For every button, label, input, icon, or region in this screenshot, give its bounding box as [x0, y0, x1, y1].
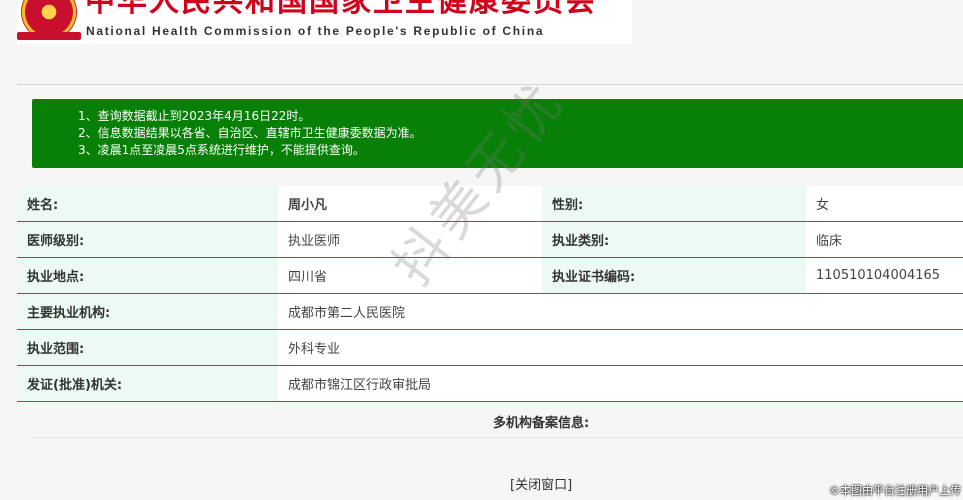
- table-row: 发证(批准)机关: 成都市锦江区行政审批局: [17, 365, 963, 402]
- close-window-link[interactable]: [关闭窗口]: [510, 474, 572, 493]
- header-divider: [17, 84, 963, 85]
- scope-label: 执业范围:: [17, 329, 278, 366]
- category-value: 临床: [806, 221, 963, 258]
- cert-value: 110510104004165: [806, 257, 963, 294]
- table-row: 执业范围: 外科专业: [17, 329, 963, 366]
- location-value: 四川省: [278, 257, 542, 294]
- notice-item: 1、查询数据截止到2023年4月16日22时。: [78, 109, 311, 123]
- level-label: 医师级别:: [17, 221, 278, 258]
- name-label: 姓名:: [17, 186, 278, 222]
- site-header-banner: 中华人民共和国国家卫生健康委员会 National Health Commiss…: [17, 0, 632, 44]
- org-value: 成都市第二人民医院: [278, 293, 963, 330]
- location-label: 执业地点:: [17, 257, 278, 294]
- gender-value: 女: [806, 186, 963, 222]
- table-row: 执业地点: 四川省 执业证书编码: 110510104004165: [17, 257, 963, 294]
- site-title-cn: 中华人民共和国国家卫生健康委员会: [85, 0, 597, 19]
- doctor-info-table: 姓名: 周小凡 性别: 女 医师级别: 执业医师 执业类别: 临床 执业地点: …: [17, 186, 963, 402]
- multi-org-title: 多机构备案信息:: [493, 416, 590, 431]
- notice-box: 1、查询数据截止到2023年4月16日22时。 2、信息数据结果以各省、自治区、…: [32, 99, 963, 168]
- cert-label: 执业证书编码:: [542, 257, 806, 294]
- category-label: 执业类别:: [542, 221, 806, 258]
- notice-item: 3、凌晨1点至凌晨5点系统进行维护，不能提供查询。: [78, 143, 365, 157]
- multi-org-divider: [32, 437, 963, 438]
- notice-item: 2、信息数据结果以各省、自治区、直辖市卫生健康委数据为准。: [78, 126, 422, 140]
- issuer-label: 发证(批准)机关:: [17, 365, 278, 402]
- level-value: 执业医师: [278, 221, 542, 258]
- upload-credit: ©本图由平台注册用户上传: [829, 484, 961, 497]
- org-label: 主要执业机构:: [17, 293, 278, 330]
- emblem-base: [17, 32, 81, 40]
- table-row: 姓名: 周小凡 性别: 女: [17, 186, 963, 222]
- site-title-en: National Health Commission of the People…: [86, 24, 545, 38]
- notice-list: 1、查询数据截止到2023年4月16日22时。 2、信息数据结果以各省、自治区、…: [78, 108, 422, 159]
- table-row: 主要执业机构: 成都市第二人民医院: [17, 293, 963, 330]
- scope-value: 外科专业: [278, 329, 963, 366]
- issuer-value: 成都市锦江区行政审批局: [278, 365, 963, 402]
- gender-label: 性别:: [542, 186, 806, 222]
- table-row: 医师级别: 执业医师 执业类别: 临床: [17, 221, 963, 258]
- name-value: 周小凡: [278, 186, 542, 222]
